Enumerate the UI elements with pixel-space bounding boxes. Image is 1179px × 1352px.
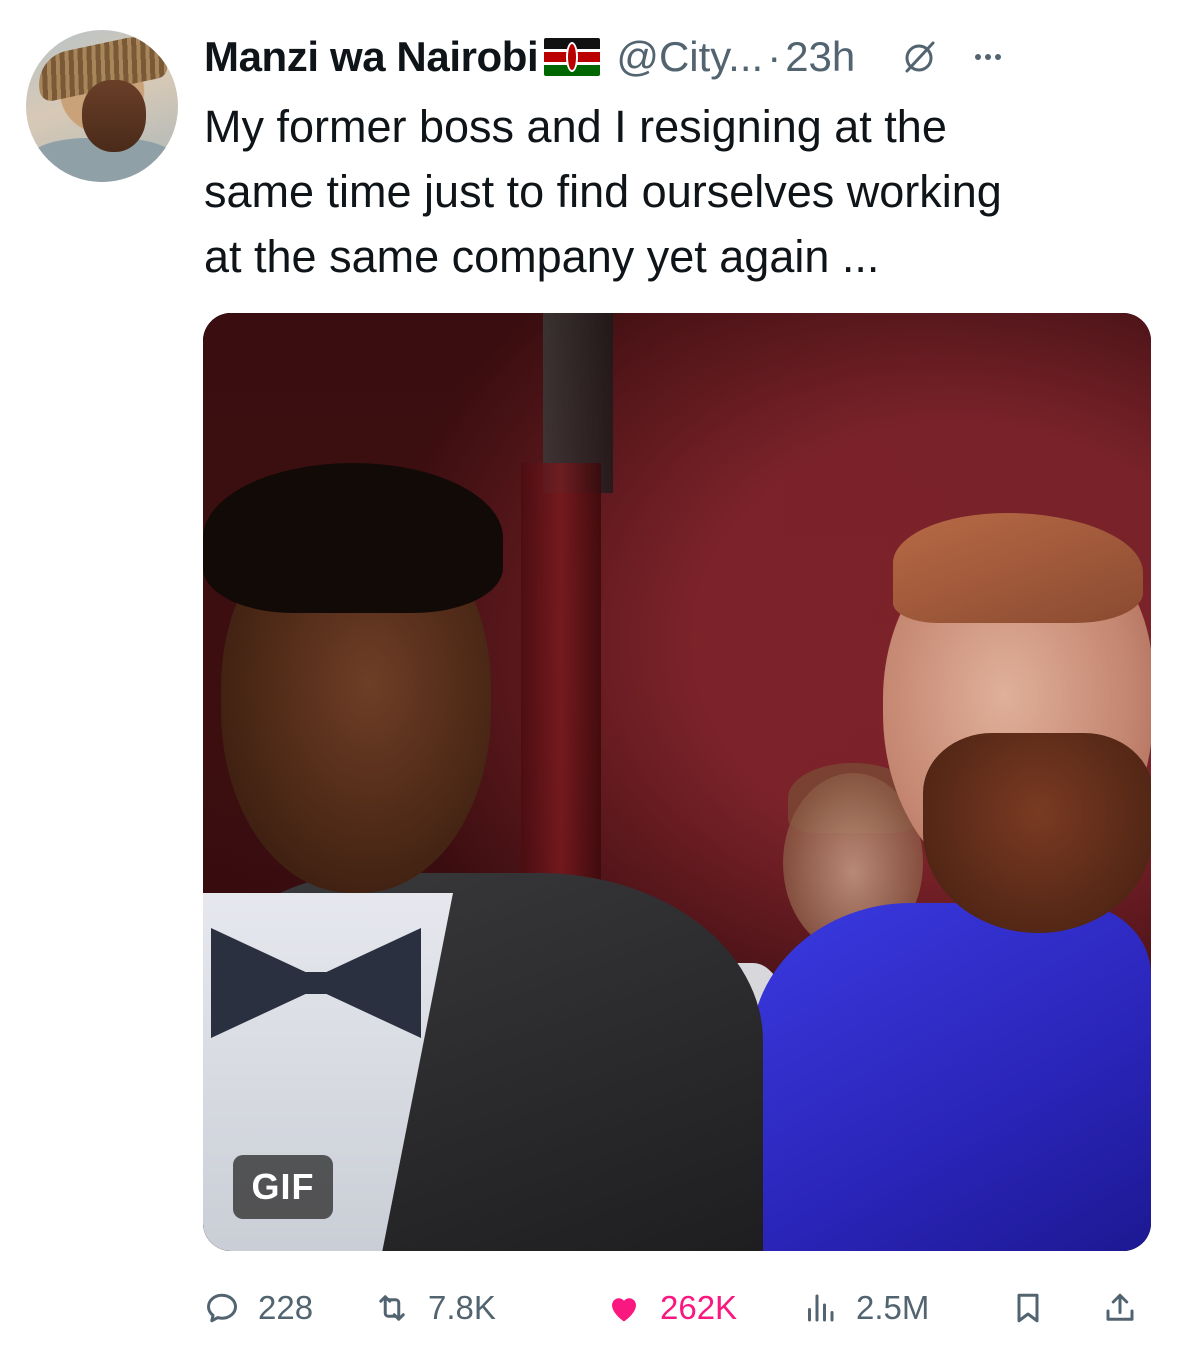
more-options-icon[interactable] (975, 54, 1002, 60)
gif-right-person-beard (923, 733, 1151, 933)
views-button[interactable]: 2.5M (802, 1278, 929, 1338)
reply-button[interactable]: 228 (204, 1278, 313, 1338)
bookmark-icon (1017, 1293, 1039, 1323)
author-handle[interactable]: @City... (616, 33, 763, 81)
tweet-text-line: My former boss and I resigning at the (204, 101, 947, 152)
author-display-name[interactable]: Manzi wa Nairobi (204, 33, 539, 81)
like-button[interactable]: 262K (606, 1278, 737, 1338)
like-count: 262K (660, 1289, 738, 1326)
gif-badge: GIF (233, 1155, 333, 1219)
tweet-actions: 228 7.8K 262K 2.5M (204, 1278, 1154, 1338)
views-count: 2.5M (856, 1289, 930, 1326)
kenya-flag-icon (544, 38, 601, 76)
tweet-header: Manzi wa Nairobi @City... · 23h (204, 28, 1164, 86)
tweet-text-line: same time just to find ourselves working (204, 166, 1002, 217)
tweet-text-line: at the same company yet again ... (204, 231, 880, 282)
bookmark-button[interactable] (1010, 1278, 1046, 1338)
grok-icon[interactable] (901, 39, 937, 75)
views-chart-icon (808, 1294, 834, 1322)
avatar-face (82, 80, 146, 152)
gif-left-person-hair (203, 463, 503, 613)
reply-count: 228 (258, 1289, 314, 1326)
repost-count: 7.8K (428, 1289, 496, 1326)
heart-icon (612, 1298, 636, 1322)
share-icon (1106, 1293, 1134, 1321)
separator-dot: · (767, 33, 782, 80)
tweet-text: My former boss and I resigning at the sa… (204, 94, 1154, 289)
gif-blue-shirt (751, 903, 1151, 1251)
tweet-time[interactable]: 23h (785, 33, 855, 81)
tweet-gif-media[interactable]: GIF (203, 313, 1151, 1251)
repost-button[interactable]: 7.8K (374, 1278, 496, 1338)
repost-icon (379, 1295, 405, 1321)
author-avatar[interactable] (26, 30, 178, 182)
reply-icon (207, 1293, 237, 1323)
share-button[interactable] (1102, 1278, 1138, 1338)
